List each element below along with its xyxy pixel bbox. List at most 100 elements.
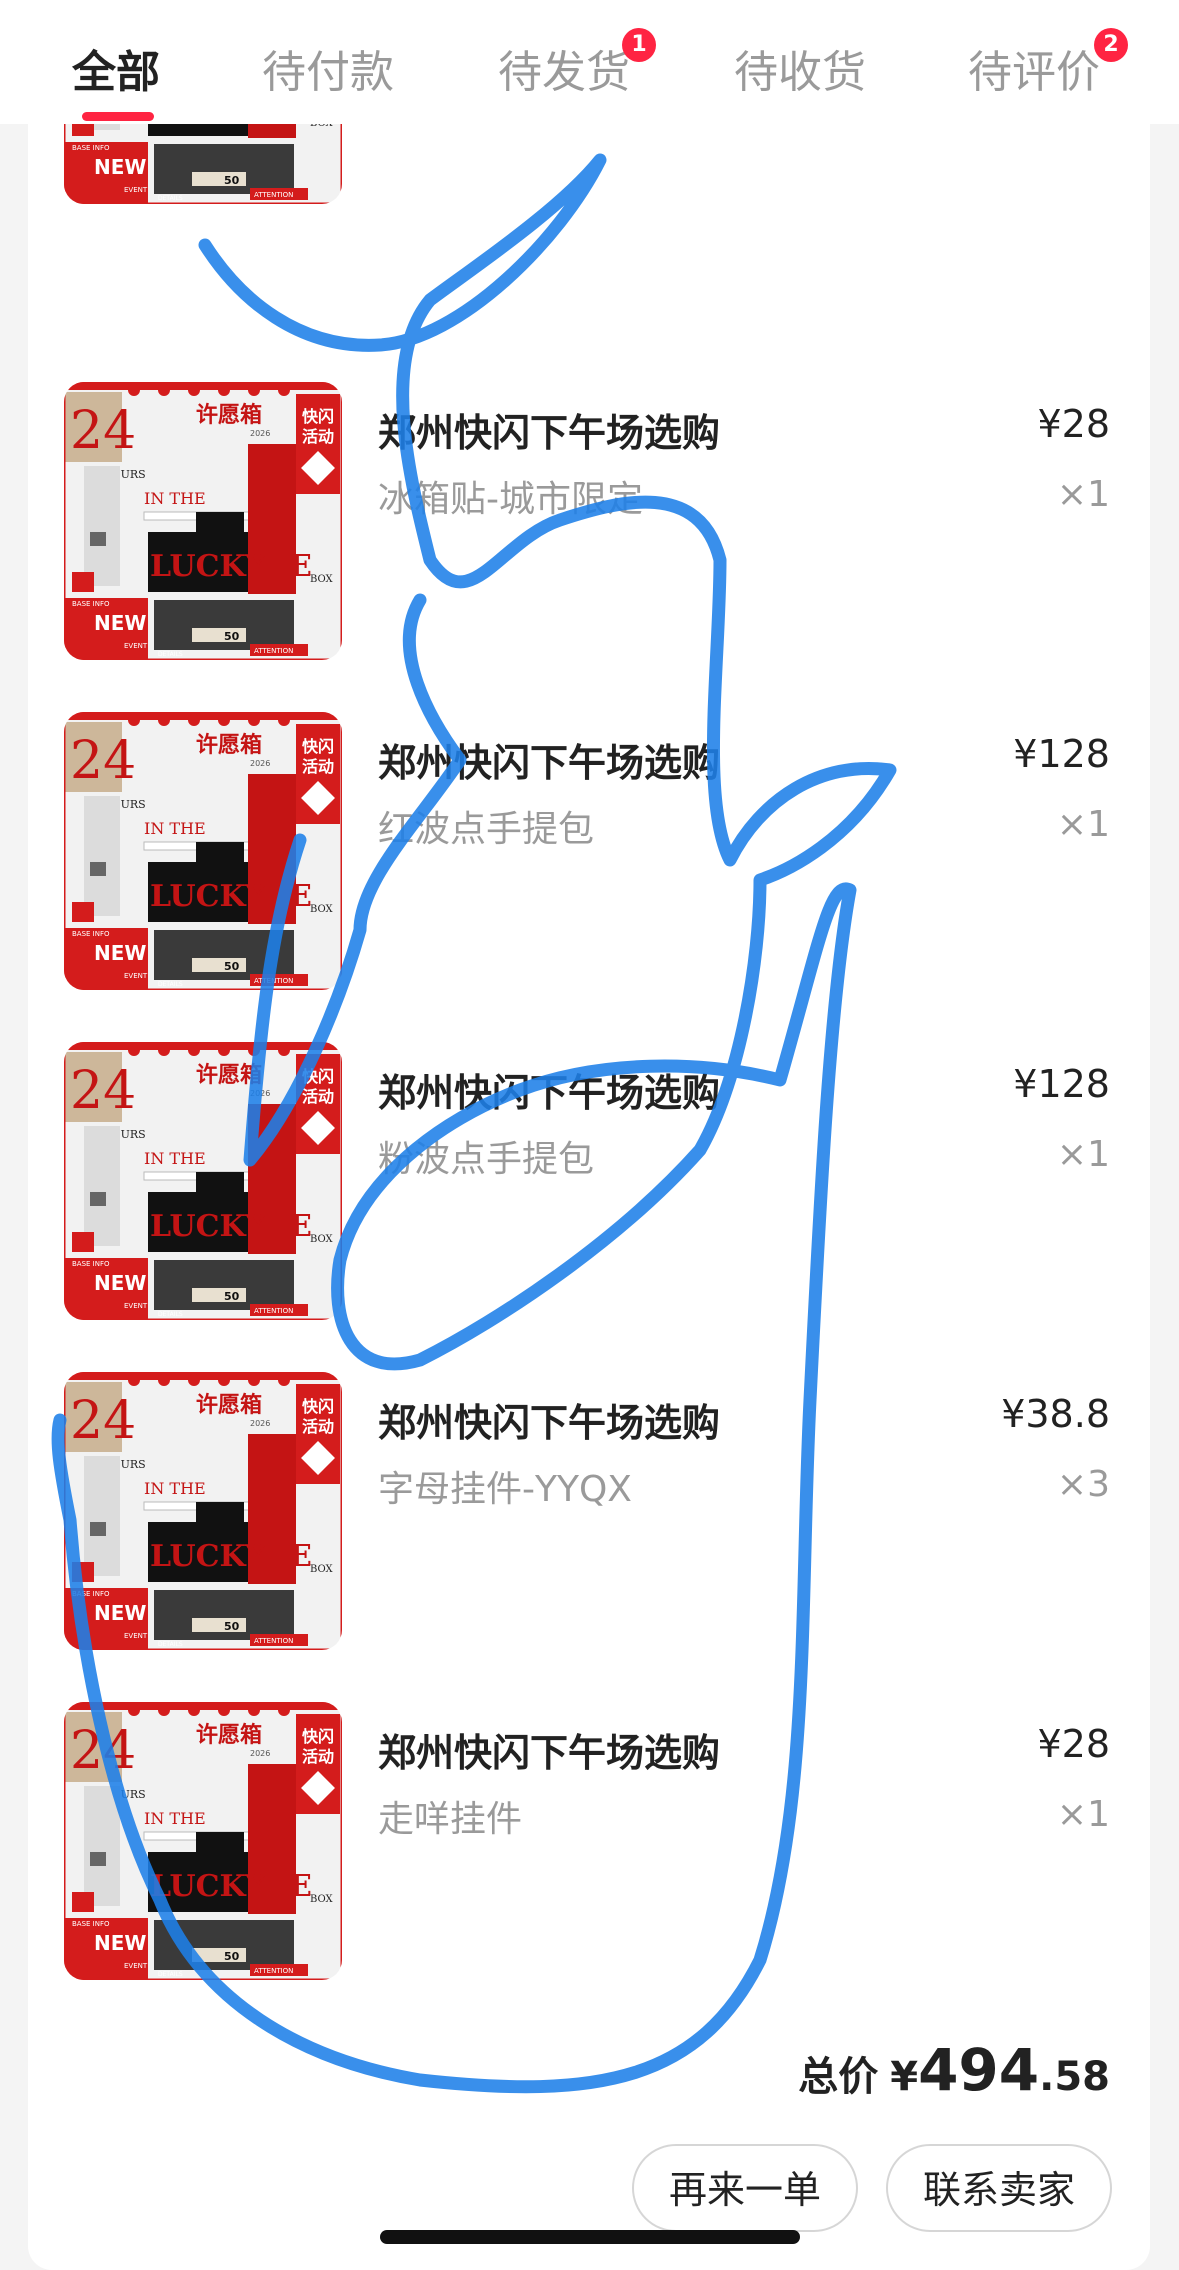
product-thumbnail[interactable]: 24 许愿箱 快闪 活动 2026 HOURS IN THE LUCKYEE B… (64, 712, 342, 990)
svg-text:活动: 活动 (302, 427, 334, 446)
svg-text:2026: 2026 (250, 1089, 270, 1098)
svg-text:LUCKYEE: LUCKYEE (150, 879, 312, 914)
svg-text:ATTENTION: ATTENTION (254, 647, 293, 655)
order-card: 24 许愿箱 快闪 活动 2026 HOURS IN THE LUCKYEE B… (28, 0, 1150, 2270)
svg-text:NEW: NEW (94, 1931, 146, 1955)
svg-text:IN THE: IN THE (144, 1149, 206, 1168)
item-quantity: ×1 (1056, 474, 1110, 515)
svg-text:ATTENTION: ATTENTION (254, 977, 293, 985)
svg-text:NEW: NEW (94, 1601, 146, 1625)
tab-pending-receipt[interactable]: 待收货 (734, 36, 866, 100)
svg-text:NEW: NEW (94, 1271, 146, 1295)
svg-text:许愿箱: 许愿箱 (196, 402, 262, 428)
svg-text:DETAILS: DETAILS (158, 1311, 183, 1318)
svg-text:DETAILS: DETAILS (158, 1971, 183, 1978)
svg-text:NEW: NEW (94, 941, 146, 965)
item-title: 郑州快闪下午场选购 (378, 411, 721, 455)
svg-text:50: 50 (224, 1620, 240, 1633)
item-title: 郑州快闪下午场选购 (378, 1731, 721, 1775)
svg-text:EVENT: EVENT (124, 642, 148, 650)
total-label: 总价 (798, 2054, 879, 2100)
svg-text:许愿箱: 许愿箱 (196, 1062, 262, 1088)
product-thumbnail[interactable]: 24 许愿箱 快闪 活动 2026 HOURS IN THE LUCKYEE B… (64, 382, 342, 660)
svg-text:快闪: 快闪 (302, 1067, 334, 1086)
svg-text:ATTENTION: ATTENTION (254, 191, 293, 199)
svg-text:50: 50 (224, 1950, 240, 1963)
svg-text:24: 24 (70, 401, 136, 461)
order-item[interactable]: 24 许愿箱 快闪 活动 2026 HOURS IN THE LUCKYEE B… (28, 1702, 1150, 2002)
item-title: 郑州快闪下午场选购 (378, 1401, 721, 1445)
item-variant: 红波点手提包 (378, 809, 595, 850)
svg-text:DETAILS: DETAILS (158, 1641, 183, 1648)
item-title: 郑州快闪下午场选购 (378, 1071, 721, 1115)
svg-text:ATTENTION: ATTENTION (254, 1967, 293, 1975)
tab-pending-payment[interactable]: 待付款 (262, 36, 394, 100)
svg-text:快闪: 快闪 (302, 1397, 334, 1416)
item-quantity: ×3 (1056, 1464, 1110, 1505)
svg-text:活动: 活动 (302, 1417, 334, 1436)
product-thumbnail[interactable]: 24 许愿箱 快闪 活动 2026 HOURS IN THE LUCKYEE B… (64, 1372, 342, 1650)
svg-text:EVENT: EVENT (124, 1632, 148, 1640)
order-item[interactable]: 24 许愿箱 快闪 活动 2026 HOURS IN THE LUCKYEE B… (28, 1042, 1150, 1342)
svg-text:IN THE: IN THE (144, 489, 206, 508)
item-price: ¥38.8 (1001, 1392, 1110, 1436)
total-currency: ¥ (890, 2054, 919, 2100)
item-variant: 字母挂件-YYQX (378, 1469, 632, 1510)
svg-text:LUCKYEE: LUCKYEE (150, 1539, 312, 1574)
svg-text:2026: 2026 (250, 429, 270, 438)
svg-text:ATTENTION: ATTENTION (254, 1637, 293, 1645)
svg-text:BASE INFO: BASE INFO (72, 930, 110, 938)
svg-text:LUCKYEE: LUCKYEE (150, 549, 312, 584)
svg-text:BOX: BOX (310, 1234, 334, 1245)
contact-seller-button[interactable]: 联系卖家 (886, 2144, 1112, 2232)
tab-all[interactable]: 全部 (72, 36, 160, 100)
svg-text:BASE INFO: BASE INFO (72, 1260, 110, 1268)
svg-text:NEW: NEW (94, 155, 146, 179)
svg-text:LUCKYEE: LUCKYEE (150, 1209, 312, 1244)
item-quantity: ×1 (1056, 1794, 1110, 1835)
reorder-button[interactable]: 再来一单 (632, 2144, 858, 2232)
active-tab-indicator (82, 112, 154, 121)
product-thumbnail[interactable]: 24 许愿箱 快闪 活动 2026 HOURS IN THE LUCKYEE B… (64, 1702, 342, 1980)
pending-shipment-badge: 1 (622, 28, 656, 62)
order-item[interactable]: 24 许愿箱 快闪 活动 2026 HOURS IN THE LUCKYEE B… (28, 1372, 1150, 1672)
item-title: 郑州快闪下午场选购 (378, 741, 721, 785)
svg-text:EVENT: EVENT (124, 1962, 148, 1970)
svg-text:活动: 活动 (302, 1747, 334, 1766)
svg-text:活动: 活动 (302, 757, 334, 776)
svg-text:BASE INFO: BASE INFO (72, 600, 110, 608)
svg-text:DETAILS: DETAILS (158, 195, 183, 202)
order-item[interactable]: 24 许愿箱 快闪 活动 2026 HOURS IN THE LUCKYEE B… (28, 382, 1150, 682)
svg-text:BOX: BOX (310, 1894, 334, 1905)
tab-pending-shipment[interactable]: 待发货 (498, 36, 630, 100)
item-price: ¥128 (1013, 732, 1110, 776)
product-thumbnail[interactable]: 24 许愿箱 快闪 活动 2026 HOURS IN THE LUCKYEE B… (64, 1042, 342, 1320)
svg-text:EVENT: EVENT (124, 1302, 148, 1310)
svg-text:50: 50 (224, 960, 240, 973)
svg-text:24: 24 (70, 731, 136, 791)
svg-text:快闪: 快闪 (302, 737, 334, 756)
svg-text:IN THE: IN THE (144, 819, 206, 838)
item-price: ¥28 (1037, 1722, 1110, 1766)
item-price: ¥28 (1037, 402, 1110, 446)
item-price: ¥128 (1013, 1062, 1110, 1106)
item-variant: 走咩挂件 (378, 1799, 523, 1840)
svg-text:许愿箱: 许愿箱 (196, 1722, 262, 1748)
pending-review-badge: 2 (1094, 28, 1128, 62)
order-total: 总价 ¥494.58 (798, 2036, 1110, 2104)
svg-text:LUCKYEE: LUCKYEE (150, 1869, 312, 1904)
svg-text:BASE INFO: BASE INFO (72, 1920, 110, 1928)
svg-text:快闪: 快闪 (302, 407, 334, 426)
svg-text:ATTENTION: ATTENTION (254, 1307, 293, 1315)
tab-pending-review[interactable]: 待评价 (968, 36, 1100, 100)
order-status-tabs: 全部 待付款 待发货 1 待收货 待评价 2 (0, 0, 1179, 124)
svg-text:快闪: 快闪 (302, 1727, 334, 1746)
svg-text:DETAILS: DETAILS (158, 651, 183, 658)
svg-text:EVENT: EVENT (124, 186, 148, 194)
item-quantity: ×1 (1056, 1134, 1110, 1175)
order-item[interactable]: 24 许愿箱 快闪 活动 2026 HOURS IN THE LUCKYEE B… (28, 712, 1150, 1012)
svg-text:BOX: BOX (310, 904, 334, 915)
svg-text:BASE INFO: BASE INFO (72, 144, 110, 152)
svg-text:BASE INFO: BASE INFO (72, 1590, 110, 1598)
total-amount-integer: 494 (918, 2036, 1040, 2104)
